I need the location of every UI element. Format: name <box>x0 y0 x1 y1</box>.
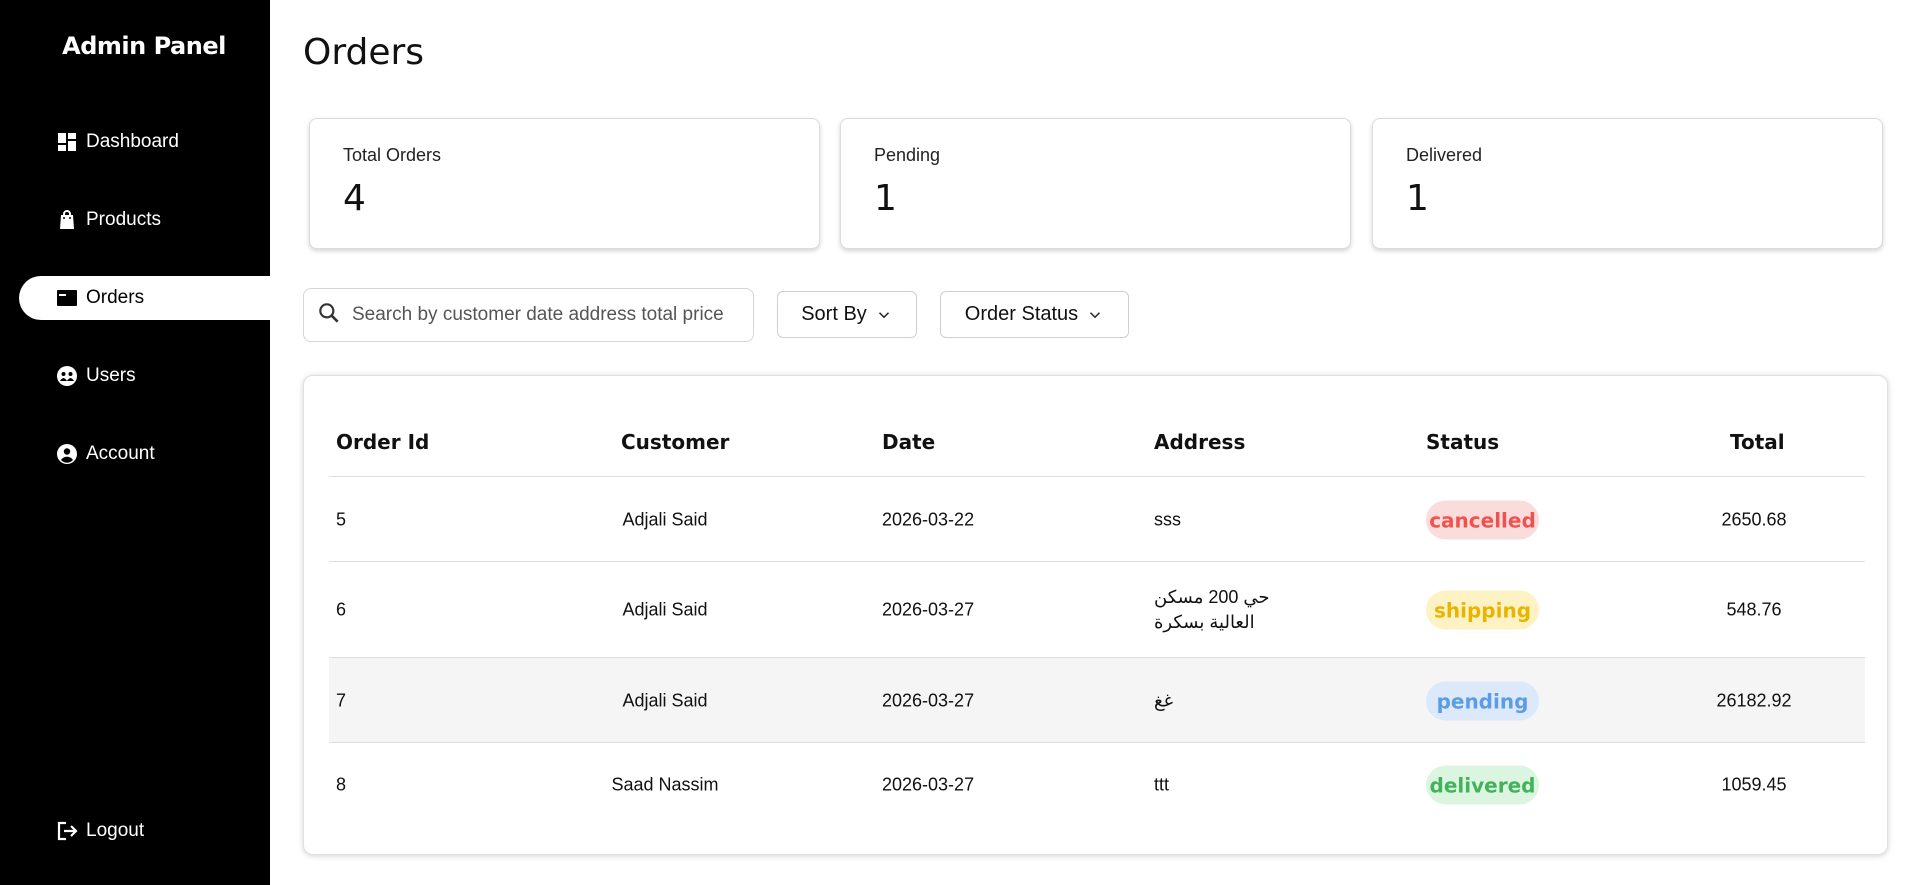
column-header-total: Total <box>1730 430 1785 454</box>
sidebar-item-products[interactable]: Products <box>19 198 270 242</box>
users-icon <box>55 364 79 388</box>
chevron-down-icon <box>1090 311 1101 318</box>
stat-card-delivered: Delivered 1 <box>1372 118 1883 249</box>
cell-customer: Adjali Said <box>622 690 708 711</box>
stat-card-pending: Pending 1 <box>840 118 1351 249</box>
status-badge: cancelled <box>1426 500 1539 540</box>
account-circle-icon <box>55 442 79 466</box>
sidebar-item-account[interactable]: Account <box>19 432 270 476</box>
cell-address: غغ <box>1154 690 1173 711</box>
cell-total: 1059.45 <box>1721 774 1787 795</box>
cell-date: 2026-03-22 <box>882 509 975 530</box>
search-box <box>303 288 754 342</box>
sidebar-item-label: Account <box>86 443 155 464</box>
cell-total: 26182.92 <box>1716 690 1792 711</box>
brand-title: Admin Panel <box>62 32 226 60</box>
stat-label: Delivered <box>1406 145 1483 165</box>
cell-total: 2650.68 <box>1721 509 1787 530</box>
column-header-customer: Customer <box>621 430 730 454</box>
cell-customer: Adjali Said <box>622 599 708 620</box>
table-row[interactable]: 6 Adjali Said 2026-03-27 حي 200 مسكن الع… <box>329 562 1865 658</box>
cell-total: 548.76 <box>1726 599 1782 620</box>
chevron-down-icon <box>878 311 889 318</box>
cell-address: sss <box>1154 509 1181 530</box>
table-row[interactable]: 5 Adjali Said 2026-03-22 sss cancelled 2… <box>329 477 1865 562</box>
table-row[interactable]: 7 Adjali Said 2026-03-27 غغ pending 2618… <box>329 658 1865 743</box>
sidebar-item-label: Products <box>86 209 161 230</box>
stat-value: 1 <box>874 178 897 219</box>
column-header-date: Date <box>882 430 936 454</box>
table-header: Order Id Customer Date Address Status To… <box>329 376 1865 477</box>
stat-value: 1 <box>1406 178 1429 219</box>
shopping-bag-icon <box>55 208 79 232</box>
table-row[interactable]: 8 Saad Nassim 2026-03-27 ttt delivered 1… <box>329 743 1865 827</box>
sidebar-item-users[interactable]: Users <box>19 354 270 398</box>
column-header-address: Address <box>1154 430 1246 454</box>
sidebar-item-label: Users <box>86 365 136 386</box>
sort-by-label: Sort By <box>801 303 867 325</box>
search-input[interactable] <box>352 304 732 326</box>
cell-date: 2026-03-27 <box>882 599 975 620</box>
stat-label: Pending <box>874 145 941 165</box>
status-badge: delivered <box>1426 765 1539 805</box>
cell-date: 2026-03-27 <box>882 774 975 795</box>
sidebar-item-label: Orders <box>86 287 145 308</box>
order-status-label: Order Status <box>964 303 1079 325</box>
column-header-status: Status <box>1426 430 1500 454</box>
logout-icon <box>55 819 79 843</box>
logout-label: Logout <box>86 820 145 841</box>
sidebar-item-label: Dashboard <box>86 131 179 152</box>
stat-value: 4 <box>343 178 366 219</box>
cell-customer: Adjali Said <box>622 509 708 530</box>
logout-button[interactable]: Logout <box>19 809 270 853</box>
order-status-dropdown[interactable]: Order Status <box>940 291 1129 338</box>
cell-order-id: 7 <box>336 690 347 711</box>
orders-table: Order Id Customer Date Address Status To… <box>303 375 1888 855</box>
stat-label: Total Orders <box>343 145 442 165</box>
search-icon <box>316 300 352 331</box>
sidebar-item-dashboard[interactable]: Dashboard <box>19 120 270 164</box>
sidebar: Admin Panel Dashboard Products Orders Us… <box>0 0 270 885</box>
cell-customer: Saad Nassim <box>611 774 719 795</box>
address-line: حي 200 مسكن <box>1154 587 1270 607</box>
address-line: العالية بسكرة <box>1154 612 1255 632</box>
cell-order-id: 8 <box>336 774 347 795</box>
cell-order-id: 6 <box>336 599 347 620</box>
cell-address: ttt <box>1154 774 1170 795</box>
sort-by-dropdown[interactable]: Sort By <box>777 291 917 338</box>
sidebar-item-orders[interactable]: Orders <box>19 276 270 320</box>
page-title: Orders <box>303 32 425 73</box>
cell-address: حي 200 مسكن العالية بسكرة <box>1154 585 1274 635</box>
cell-order-id: 5 <box>336 509 347 530</box>
cell-date: 2026-03-27 <box>882 690 975 711</box>
stat-card-total-orders: Total Orders 4 <box>309 118 820 249</box>
column-header-order-id: Order Id <box>336 430 430 454</box>
orders-icon <box>55 286 79 310</box>
status-badge: pending <box>1426 681 1539 721</box>
status-badge: shipping <box>1426 590 1539 630</box>
dashboard-icon <box>55 130 79 154</box>
